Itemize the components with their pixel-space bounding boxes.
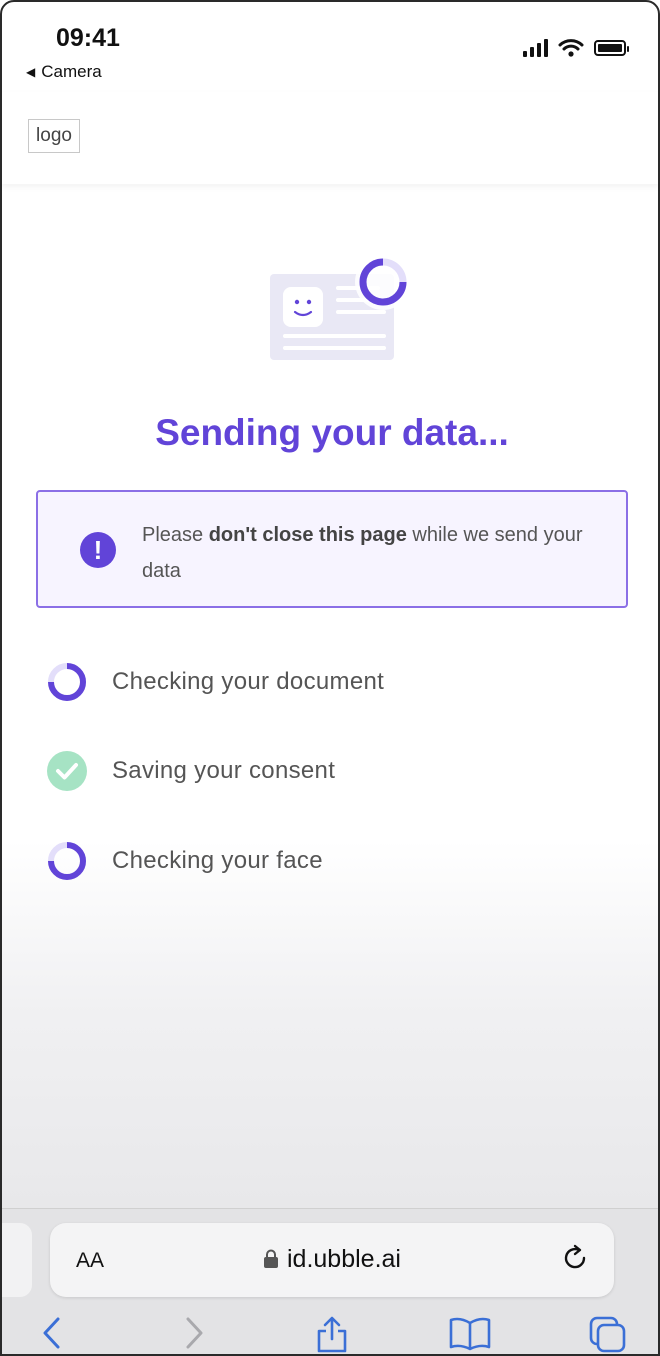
back-to-camera-link[interactable]: ◀ Camera [26, 62, 102, 82]
step-label: Saving your consent [112, 757, 336, 784]
reload-icon[interactable] [560, 1243, 590, 1273]
share-icon[interactable] [314, 1315, 350, 1353]
tabs-icon[interactable] [588, 1315, 628, 1353]
status-icons [523, 38, 629, 58]
exclamation-icon: ! [80, 532, 116, 568]
step-label: Checking your face [112, 847, 323, 874]
forward-icon[interactable] [182, 1315, 206, 1351]
alert-text-prefix: Please [142, 524, 209, 546]
back-label: Camera [41, 62, 102, 81]
step-label: Checking your document [112, 668, 385, 695]
wifi-icon [558, 39, 584, 57]
logo: logo [28, 119, 80, 153]
step-checking-document: Checking your document [46, 661, 384, 703]
back-icon[interactable] [40, 1315, 64, 1351]
bookmarks-icon[interactable] [448, 1315, 492, 1351]
page-header: logo [2, 92, 658, 184]
checkmark-icon [47, 751, 87, 791]
page-title: Sending your data... [155, 412, 509, 453]
phone-frame: 09:41 ◀ Camera logo Sending your data...… [0, 0, 660, 1356]
signal-icon [523, 39, 548, 57]
previous-tab-pill[interactable] [2, 1223, 32, 1297]
loading-spinner-icon [48, 663, 86, 701]
step-saving-consent: Saving your consent [46, 750, 335, 792]
browser-toolbar [2, 1315, 658, 1354]
lock-icon [264, 1249, 278, 1268]
browser-bottom-bar: AA id.ubble.ai [2, 1208, 658, 1354]
step-checking-face: Checking your face [46, 840, 323, 882]
alert-text-bold: don't close this page [208, 524, 407, 546]
warning-alert: ! Please don't close this page while we … [36, 490, 628, 608]
loading-spinner-icon [48, 842, 86, 880]
status-time: 09:41 [56, 24, 120, 52]
alert-message: Please don't close this page while we se… [142, 517, 602, 589]
address-bar[interactable]: AA id.ubble.ai [50, 1223, 614, 1297]
url-field[interactable]: id.ubble.ai [50, 1245, 614, 1274]
id-card-sending-illustration [270, 254, 411, 360]
url-text: id.ubble.ai [287, 1245, 401, 1273]
back-arrow-icon: ◀ [26, 65, 36, 79]
battery-icon [594, 40, 629, 56]
